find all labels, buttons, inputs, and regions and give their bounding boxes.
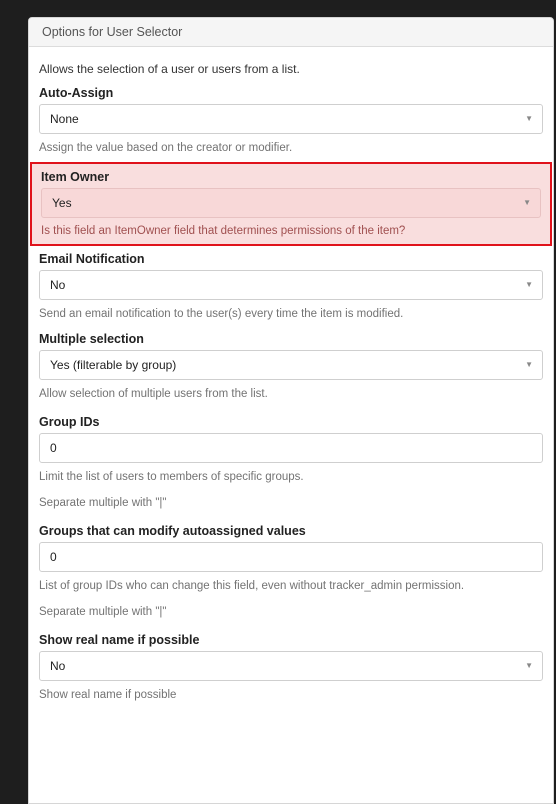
item-owner-label: Item Owner	[41, 170, 110, 184]
chevron-down-icon: ▼	[525, 661, 533, 670]
item-owner-value: Yes	[52, 196, 72, 210]
field-groups-modify-autoassigned: Groups that can modify autoassigned valu…	[39, 520, 543, 623]
chevron-down-icon: ▼	[525, 360, 533, 369]
group-ids-label: Group IDs	[39, 415, 100, 429]
groups-modify-input[interactable]: 0	[39, 542, 543, 572]
field-auto-assign: Auto-Assign None ▼ Assign the value base…	[39, 82, 543, 159]
group-ids-value: 0	[50, 441, 57, 455]
panel-title: Options for User Selector	[29, 18, 553, 47]
auto-assign-label: Auto-Assign	[39, 86, 114, 100]
email-notification-value: No	[50, 278, 66, 292]
show-real-name-value: No	[50, 659, 66, 673]
chevron-down-icon: ▼	[523, 198, 531, 207]
show-real-name-select[interactable]: No ▼	[39, 651, 543, 681]
group-ids-help: Limit the list of users to members of sp…	[39, 471, 304, 483]
multiple-selection-value: Yes (filterable by group)	[50, 358, 177, 372]
field-show-real-name: Show real name if possible No ▼ Show rea…	[39, 629, 543, 706]
group-ids-help-separator: Separate multiple with "|"	[39, 497, 167, 509]
field-item-owner: Item Owner Yes ▼ Is this field an ItemOw…	[30, 162, 552, 246]
options-panel: Options for User Selector Allows the sel…	[28, 17, 554, 804]
show-real-name-label: Show real name if possible	[39, 633, 200, 647]
multiple-selection-select[interactable]: Yes (filterable by group) ▼	[39, 350, 543, 380]
chevron-down-icon: ▼	[525, 280, 533, 289]
email-notification-help: Send an email notification to the user(s…	[39, 308, 404, 320]
groups-modify-label: Groups that can modify autoassigned valu…	[39, 524, 306, 538]
auto-assign-value: None	[50, 112, 79, 126]
field-multiple-selection: Multiple selection Yes (filterable by gr…	[39, 328, 543, 405]
panel-description: Allows the selection of a user or users …	[39, 62, 300, 76]
groups-modify-value: 0	[50, 550, 57, 564]
email-notification-label: Email Notification	[39, 252, 145, 266]
groups-modify-help: List of group IDs who can change this fi…	[39, 580, 465, 592]
auto-assign-select[interactable]: None ▼	[39, 104, 543, 134]
item-owner-select[interactable]: Yes ▼	[41, 188, 541, 218]
multiple-selection-help: Allow selection of multiple users from t…	[39, 388, 268, 400]
auto-assign-help: Assign the value based on the creator or…	[39, 142, 293, 154]
field-email-notification: Email Notification No ▼ Send an email no…	[39, 248, 543, 325]
email-notification-select[interactable]: No ▼	[39, 270, 543, 300]
field-group-ids: Group IDs 0 Limit the list of users to m…	[39, 411, 543, 514]
item-owner-help: Is this field an ItemOwner field that de…	[41, 225, 406, 237]
show-real-name-help: Show real name if possible	[39, 689, 177, 701]
chevron-down-icon: ▼	[525, 114, 533, 123]
multiple-selection-label: Multiple selection	[39, 332, 144, 346]
groups-modify-help-separator: Separate multiple with "|"	[39, 606, 167, 618]
group-ids-input[interactable]: 0	[39, 433, 543, 463]
